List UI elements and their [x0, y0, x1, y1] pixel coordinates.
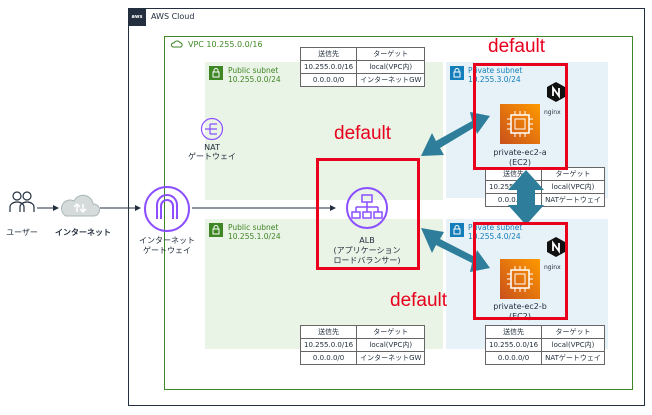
annotation-label: default [334, 123, 392, 144]
highlight-box-alb [316, 158, 420, 270]
highlight-box-ec2-a [473, 63, 568, 170]
annotation-label: default [488, 36, 546, 57]
annotation-label: default [390, 290, 448, 311]
highlight-box-ec2-b [473, 222, 568, 320]
